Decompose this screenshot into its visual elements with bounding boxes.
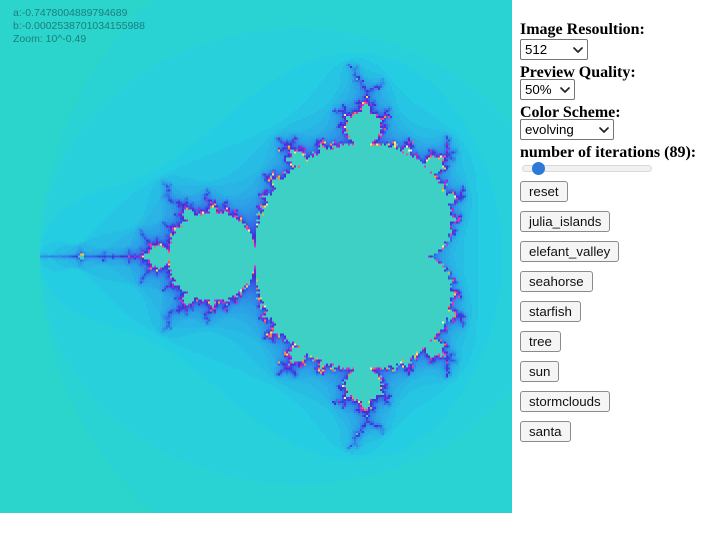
preset-button-santa[interactable]: santa bbox=[520, 421, 571, 442]
slider-thumb[interactable] bbox=[532, 162, 545, 175]
preset-button-seahorse[interactable]: seahorse bbox=[520, 271, 593, 292]
coord-b-readout: b:-0.0002538701034155988 bbox=[13, 20, 145, 33]
quality-select[interactable]: 50% bbox=[520, 79, 575, 100]
zoom-readout: Zoom: 10^-0.49 bbox=[13, 33, 145, 46]
resolution-select[interactable]: 512 bbox=[520, 39, 588, 60]
preset-button-starfish[interactable]: starfish bbox=[520, 301, 581, 322]
resolution-select-wrap: 512 bbox=[520, 39, 588, 60]
resolution-label: Image Resoultion: bbox=[520, 21, 645, 39]
preset-button-elefant-valley[interactable]: elefant_valley bbox=[520, 241, 619, 262]
fractal-canvas[interactable] bbox=[0, 0, 512, 513]
coords-overlay: a:-0.7478004889794689 b:-0.0002538701034… bbox=[13, 7, 145, 46]
iterations-slider[interactable] bbox=[522, 162, 652, 176]
app: a:-0.7478004889794689 b:-0.0002538701034… bbox=[0, 0, 710, 550]
preset-button-stormclouds[interactable]: stormclouds bbox=[520, 391, 610, 412]
coord-a-readout: a:-0.7478004889794689 bbox=[13, 7, 145, 20]
preset-button-tree[interactable]: tree bbox=[520, 331, 561, 352]
iterations-label: number of iterations (89): bbox=[520, 144, 696, 162]
preset-button-sun[interactable]: sun bbox=[520, 361, 559, 382]
reset-button[interactable]: reset bbox=[520, 181, 568, 202]
color-scheme-select[interactable]: evolving bbox=[520, 119, 614, 140]
fractal-viewport[interactable]: a:-0.7478004889794689 b:-0.0002538701034… bbox=[0, 0, 512, 513]
quality-select-wrap: 50% bbox=[520, 79, 575, 100]
preset-button-julia-islands[interactable]: julia_islands bbox=[520, 211, 610, 232]
controls-panel: Image Resoultion: 512 Preview Quality: 5… bbox=[520, 0, 710, 550]
color-scheme-select-wrap: evolving bbox=[520, 119, 614, 140]
